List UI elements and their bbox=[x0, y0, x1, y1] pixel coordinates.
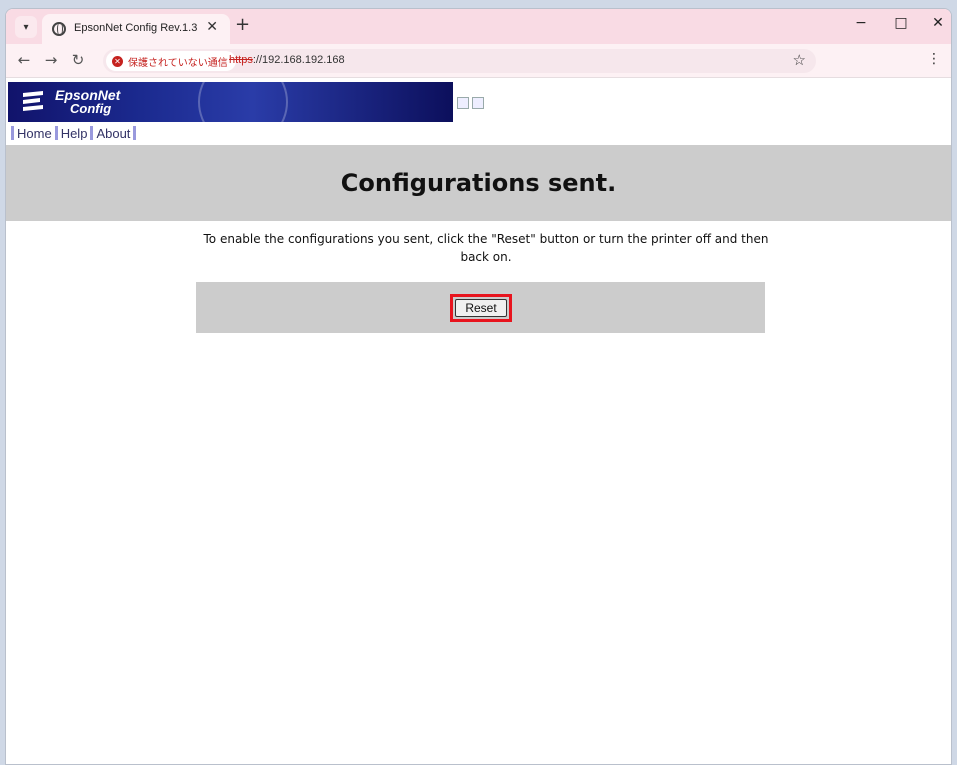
security-chip[interactable]: ✕ 保護されていない通信 bbox=[106, 51, 236, 71]
url-host: ://192.168.192.168 bbox=[252, 54, 345, 66]
browser-toolbar: ← → ↻ ✕ 保護されていない通信 https://192.168.192.1… bbox=[6, 44, 951, 78]
reset-button[interactable]: Reset bbox=[455, 299, 507, 317]
tab-close-icon[interactable]: ✕ bbox=[206, 19, 218, 35]
compass-decoration bbox=[198, 82, 288, 122]
new-tab-button[interactable]: + bbox=[235, 14, 250, 35]
forward-arrow-icon[interactable]: → bbox=[41, 51, 61, 69]
button-band: Reset bbox=[196, 282, 765, 333]
nav-separator bbox=[11, 126, 14, 140]
broken-image-icon bbox=[472, 97, 484, 109]
nav-separator bbox=[54, 126, 58, 140]
top-nav: Home Help About bbox=[8, 126, 139, 140]
warning-icon: ✕ bbox=[112, 55, 123, 67]
globe-icon bbox=[52, 22, 66, 36]
reload-icon[interactable]: ↻ bbox=[68, 51, 88, 69]
epsonnet-banner: EpsonNet Config bbox=[8, 82, 453, 122]
instruction-message: To enable the configurations you sent, c… bbox=[203, 232, 769, 264]
maximize-button[interactable]: □ bbox=[889, 15, 913, 31]
nav-link-help[interactable]: Help bbox=[61, 126, 88, 140]
minimize-button[interactable]: − bbox=[849, 15, 873, 31]
reset-highlight: Reset bbox=[450, 294, 512, 322]
more-menu-icon[interactable]: ⋮ bbox=[927, 51, 941, 67]
nav-separator bbox=[133, 126, 137, 140]
close-window-button[interactable]: ✕ bbox=[926, 15, 950, 31]
security-label: 保護されていない通信 bbox=[128, 57, 228, 69]
tab-epsonnet-config[interactable]: EpsonNet Config Rev.1.3 ✕ bbox=[42, 14, 230, 44]
chevron-down-icon: ▾ bbox=[23, 21, 29, 33]
nav-link-about[interactable]: About bbox=[96, 126, 130, 140]
epson-logo-icon bbox=[23, 91, 43, 111]
logo-line2: Config bbox=[70, 101, 112, 116]
url-text: https://192.168.192.168 bbox=[229, 54, 345, 66]
page-content: EpsonNet Config Home Help About Configur… bbox=[6, 79, 951, 764]
browser-window: ▾ EpsonNet Config Rev.1.3 ✕ + − □ ✕ ← → … bbox=[5, 8, 952, 765]
bookmark-star-icon[interactable]: ☆ bbox=[793, 51, 806, 69]
address-bar[interactable]: ✕ 保護されていない通信 https://192.168.192.168 ☆ bbox=[103, 49, 816, 73]
page-title: Configurations sent. bbox=[340, 169, 617, 197]
title-bar: ▾ EpsonNet Config Rev.1.3 ✕ + − □ ✕ bbox=[6, 9, 951, 44]
broken-image-icon bbox=[457, 97, 469, 109]
url-scheme: https bbox=[229, 54, 253, 66]
tab-search-button[interactable]: ▾ bbox=[15, 16, 37, 38]
nav-link-home[interactable]: Home bbox=[17, 126, 52, 140]
tab-title: EpsonNet Config Rev.1.3 bbox=[74, 22, 198, 34]
nav-separator bbox=[90, 126, 94, 140]
header-band: Configurations sent. bbox=[6, 145, 951, 221]
back-arrow-icon[interactable]: ← bbox=[14, 51, 34, 69]
